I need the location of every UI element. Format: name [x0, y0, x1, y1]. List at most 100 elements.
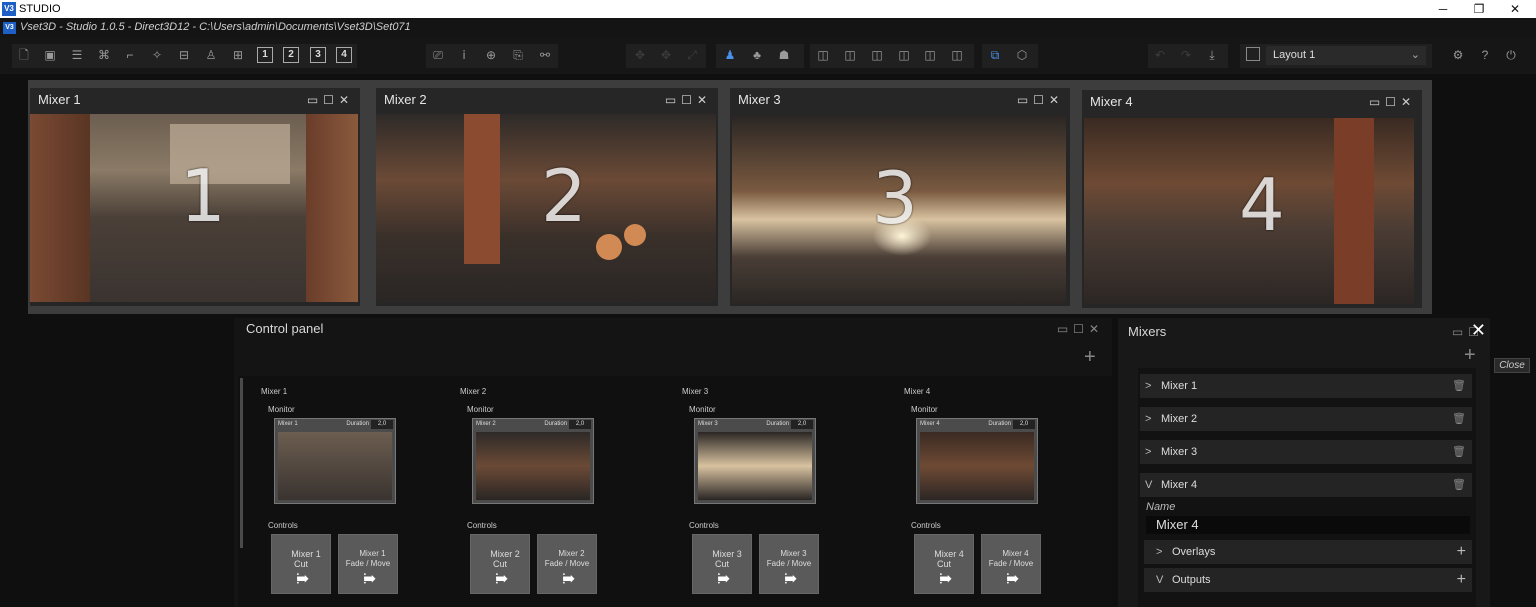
window-controls[interactable]: ▭☐✕: [1017, 88, 1064, 112]
grid-icon[interactable]: ⊞: [230, 47, 246, 63]
fade-move-button[interactable]: Mixer 2 Fade / Move ⫶➡: [537, 534, 597, 594]
controls-label: Controls: [467, 521, 497, 530]
undo-icon[interactable]: ↶: [1152, 47, 1168, 63]
trash-icon[interactable]: 🗑: [1452, 374, 1466, 398]
monitor-label: Monitor: [268, 405, 295, 414]
view-side-icon[interactable]: ◫: [869, 47, 885, 63]
layout-3-button[interactable]: 3: [310, 47, 326, 63]
mixer-list-label: Mixer 2: [1161, 413, 1198, 425]
vset-logo-icon: V3: [3, 22, 16, 34]
chevron-right-icon: >: [1145, 413, 1152, 425]
stack-icon[interactable]: ♙: [203, 47, 219, 63]
view-multi-icon[interactable]: ◫: [949, 47, 965, 63]
layout-dropdown[interactable]: Layout 1 ⌄: [1266, 46, 1426, 65]
render-icon[interactable]: ⧉: [987, 47, 1003, 63]
add-overlay-icon[interactable]: +: [1457, 540, 1466, 564]
chevron-down-icon: V: [1156, 574, 1164, 586]
duration-input[interactable]: 2,0: [569, 420, 591, 429]
fade-move-button[interactable]: Mixer 1 Fade / Move ⫶➡: [338, 534, 398, 594]
window-controls[interactable]: ▭☐✕: [1369, 90, 1416, 114]
monitor-image: [698, 432, 812, 500]
monitor-name: Mixer 1: [278, 421, 298, 427]
clipboard-icon[interactable]: ⎘: [510, 47, 526, 63]
camera-icon[interactable]: ⎚: [430, 47, 446, 63]
cut-button[interactable]: Mixer 3 Cut ⫶➡: [692, 534, 752, 594]
add-output-icon[interactable]: +: [1457, 568, 1466, 592]
control-mixer-name: Mixer 2: [460, 387, 487, 396]
mixer-list-item-3[interactable]: > Mixer 3 🗑: [1140, 440, 1472, 464]
mixer-list-item-1[interactable]: > Mixer 1 🗑: [1140, 374, 1472, 398]
layout-4-button[interactable]: 4: [336, 47, 352, 63]
sparkle-icon[interactable]: ✧: [149, 47, 165, 63]
mixer-list-item-4[interactable]: V Mixer 4 🗑: [1140, 473, 1472, 497]
mixer-2-video: 2: [376, 114, 716, 302]
control-panel-header: Control panel ▭☐✕: [234, 318, 1112, 340]
rotate-icon[interactable]: ✥: [658, 47, 674, 63]
minimize-button[interactable]: ─: [1428, 0, 1458, 18]
window-controls[interactable]: ▭☐✕: [665, 88, 712, 112]
globe-icon[interactable]: ⊕: [483, 47, 499, 63]
monitor-header: Mixer 4 Duration 2,0: [917, 419, 1037, 430]
trash-icon[interactable]: 🗑: [1452, 473, 1466, 497]
graph-icon[interactable]: ⌐: [122, 47, 138, 63]
fade-move-button[interactable]: Mixer 4 Fade / Move ⫶➡: [981, 534, 1041, 594]
duration-label: Duration: [346, 421, 369, 427]
scrollbar[interactable]: [240, 378, 243, 548]
align-icon[interactable]: ⊟: [176, 47, 192, 63]
window-controls[interactable]: ▭☐✕: [1057, 318, 1104, 340]
transform-icon[interactable]: ⌘: [96, 47, 112, 63]
mixer-window-header: Mixer 1 ▭☐✕: [30, 88, 360, 112]
add-icon[interactable]: +: [1084, 346, 1096, 369]
mixer-window-header: Mixer 2 ▭☐✕: [376, 88, 718, 112]
app-title: Vset3D - Studio 1.0.5 - Direct3D12 - C:\…: [20, 21, 411, 33]
arrow-right-icon: ⫶➡: [783, 571, 797, 588]
view-perspective-icon[interactable]: ◫: [922, 47, 938, 63]
window-controls[interactable]: ▭☐✕: [307, 88, 354, 112]
overlays-section[interactable]: > Overlays +: [1144, 540, 1472, 564]
cut-button[interactable]: Mixer 4 Cut ⫶➡: [914, 534, 974, 594]
view-back-icon[interactable]: ◫: [896, 47, 912, 63]
mixer-list-item-2[interactable]: > Mixer 2 🗑: [1140, 407, 1472, 431]
mixer-window-title: Mixer 3: [738, 92, 781, 107]
monitor-name: Mixer 3: [698, 421, 718, 427]
trash-icon[interactable]: 🗑: [1452, 440, 1466, 464]
scale-icon[interactable]: ⤢: [684, 47, 700, 63]
duration-input[interactable]: 2,0: [371, 420, 393, 429]
help-icon[interactable]: ?: [1477, 47, 1493, 63]
move-icon[interactable]: ✥: [632, 47, 648, 63]
trash-icon[interactable]: 🗑: [1452, 407, 1466, 431]
info-icon[interactable]: ⅰ: [456, 47, 472, 63]
group-icon[interactable]: ♣: [749, 47, 765, 63]
studio-logo-icon: V3: [2, 2, 16, 16]
layout-2-button[interactable]: 2: [283, 47, 299, 63]
hierarchy-icon[interactable]: ☰: [69, 47, 85, 63]
redo-icon[interactable]: ↷: [1178, 47, 1194, 63]
new-file-icon[interactable]: 🗋: [16, 47, 32, 63]
restore-button[interactable]: ❐: [1464, 0, 1494, 18]
settings-icon[interactable]: ⚙: [1450, 47, 1466, 63]
cut-button[interactable]: Mixer 1 Cut ⫶➡: [271, 534, 331, 594]
mixer-name-input[interactable]: Mixer 4: [1146, 516, 1470, 534]
close-window-button[interactable]: ✕: [1500, 0, 1530, 18]
cube-icon[interactable]: ⬡: [1014, 47, 1030, 63]
outputs-section[interactable]: V Outputs +: [1144, 568, 1472, 592]
overlays-label: Overlays: [1172, 546, 1216, 558]
cut-button[interactable]: Mixer 2 Cut ⫶➡: [470, 534, 530, 594]
duration-input[interactable]: 2,0: [791, 420, 813, 429]
view-front-icon[interactable]: ◫: [815, 47, 831, 63]
fade-move-button[interactable]: Mixer 3 Fade / Move ⫶➡: [759, 534, 819, 594]
download-icon[interactable]: ⤓: [1204, 47, 1220, 63]
view-top-icon[interactable]: ◫: [842, 47, 858, 63]
duration-input[interactable]: 2,0: [1013, 420, 1035, 429]
layout-1-button[interactable]: 1: [257, 47, 273, 63]
link-icon[interactable]: ⚯: [537, 47, 553, 63]
control-mixer-name: Mixer 3: [682, 387, 709, 396]
add-mixer-icon[interactable]: +: [1464, 344, 1476, 367]
arrow-right-icon: ⫶➡: [295, 571, 309, 588]
user-icon[interactable]: ♟: [722, 47, 738, 63]
power-icon[interactable]: ⏻: [1503, 47, 1519, 63]
people-icon[interactable]: ☗: [776, 47, 792, 63]
image-icon[interactable]: ▣: [42, 47, 58, 63]
close-panel-button[interactable]: ✕: [1471, 319, 1486, 341]
mixer-window-title: Mixer 1: [38, 92, 81, 107]
